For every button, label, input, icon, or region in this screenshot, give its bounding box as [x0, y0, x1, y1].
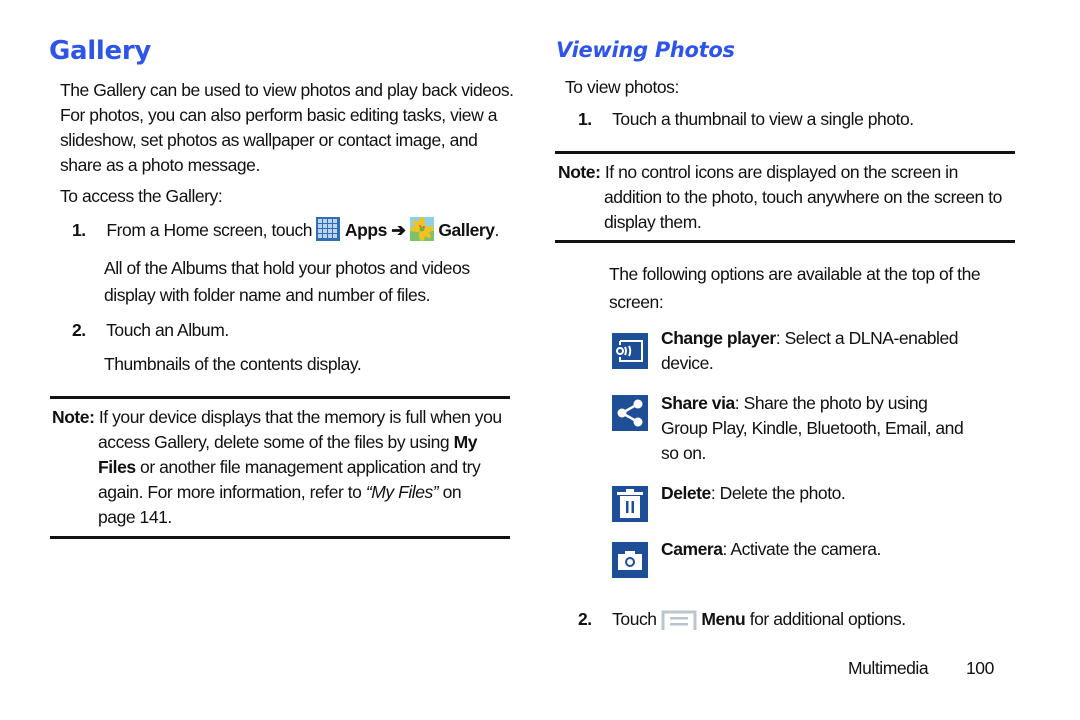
step-text: Touch [612, 609, 657, 629]
my-files-bold: My [453, 432, 478, 452]
period: . [494, 220, 500, 240]
option-name: Share via [661, 393, 735, 413]
option-name: Delete [661, 483, 711, 503]
option-name: Change player [661, 328, 776, 348]
note-line: on [438, 482, 462, 502]
section-title: Gallery [49, 36, 152, 66]
step-number: 1. [72, 220, 86, 240]
note-line: addition to the photo, touch anywhere on… [604, 187, 1002, 207]
options-intro: The following options are available at t… [609, 260, 981, 316]
step-1-detail: All of the Albums that hold your photos … [104, 255, 470, 309]
control-icons-note: Note: If no control icons are displayed … [558, 160, 1002, 235]
note-line: or another file management application a… [135, 457, 481, 477]
apps-grid-icon [316, 217, 341, 248]
note-bottom-rule [50, 536, 510, 539]
intro-line: The Gallery can be used to view photos a… [60, 80, 514, 100]
step-text: Touch an Album. [106, 320, 229, 340]
step-number: 2. [578, 609, 592, 629]
files-bold: Files [98, 457, 136, 477]
step-2: 2. Touch an Album. [72, 318, 229, 343]
option-desc: : Select a DLNA-enabled [775, 328, 959, 348]
menu-label: Menu [701, 609, 746, 629]
step-text: Touch a thumbnail to view a single photo… [612, 109, 914, 129]
options-intro-line: The following options are available at t… [609, 264, 981, 284]
option-change-player: Change player: Select a DLNA-enabled dev… [661, 326, 958, 376]
option-desc: so on. [661, 443, 706, 463]
note-line: again. For more information, refer to [98, 482, 366, 502]
note-label: Note: [558, 162, 601, 182]
step-text: From a Home screen, touch [106, 220, 313, 240]
arrow-icon: ➔ [391, 220, 406, 240]
delete-icon [612, 486, 648, 522]
note-top-rule [555, 151, 1015, 154]
step-number: 2. [72, 320, 86, 340]
intro-line: For photos, you can also perform basic e… [60, 105, 497, 125]
gallery-intro-paragraph: The Gallery can be used to view photos a… [60, 78, 514, 178]
apps-label: Apps [344, 220, 387, 240]
note-line: If no control icons are displayed on the… [604, 162, 958, 182]
note-line: If your device displays that the memory … [98, 407, 502, 427]
step-number: 1. [578, 109, 592, 129]
option-desc: : Activate the camera. [722, 539, 882, 559]
step-text: for additional options. [745, 609, 906, 629]
note-bottom-rule [555, 240, 1015, 243]
note-top-rule [50, 396, 510, 399]
option-desc: Group Play, Kindle, Bluetooth, Email, an… [661, 418, 964, 438]
page-number: 100 [966, 658, 994, 678]
menu-icon [661, 610, 697, 637]
detail-line: display with folder name and number of f… [104, 285, 431, 305]
view-step-2: 2. Touch Menu for additional options. [578, 607, 906, 637]
intro-line: share as a photo message. [60, 155, 260, 175]
detail-line: All of the Albums that hold your photos … [104, 258, 470, 278]
subsection-title: Viewing Photos [556, 38, 735, 62]
option-share-via: Share via: Share the photo by using Grou… [661, 391, 964, 466]
option-camera: Camera: Activate the camera. [661, 537, 881, 562]
change-player-icon [612, 333, 648, 369]
my-files-link[interactable]: “My Files” [366, 482, 439, 502]
gallery-flower-icon [409, 217, 434, 248]
note-line: access Gallery, delete some of the files… [98, 432, 454, 452]
view-photos-intro: To view photos: [565, 77, 679, 97]
intro-line: slideshow, set photos as wallpaper or co… [60, 130, 478, 150]
step-1: 1. From a Home screen, touch Apps ➔ Gall… [72, 217, 499, 248]
step-2-detail: Thumbnails of the contents display. [104, 354, 362, 374]
option-desc: device. [661, 353, 714, 373]
option-name: Camera [661, 539, 723, 559]
camera-icon [612, 542, 648, 578]
footer-section: Multimedia [848, 658, 929, 678]
access-label: To access the Gallery: [60, 186, 223, 206]
options-intro-line: screen: [609, 292, 664, 312]
memory-note: Note: If your device displays that the m… [52, 405, 512, 530]
note-line: display them. [604, 212, 702, 232]
option-desc: : Delete the photo. [710, 483, 846, 503]
note-line: page 141. [98, 507, 172, 527]
gallery-label: Gallery [438, 220, 495, 240]
option-desc: : Share the photo by using [734, 393, 928, 413]
option-delete: Delete: Delete the photo. [661, 481, 846, 506]
view-step-1: 1. Touch a thumbnail to view a single ph… [578, 107, 914, 132]
note-label: Note: [52, 407, 95, 427]
share-icon [612, 395, 648, 431]
